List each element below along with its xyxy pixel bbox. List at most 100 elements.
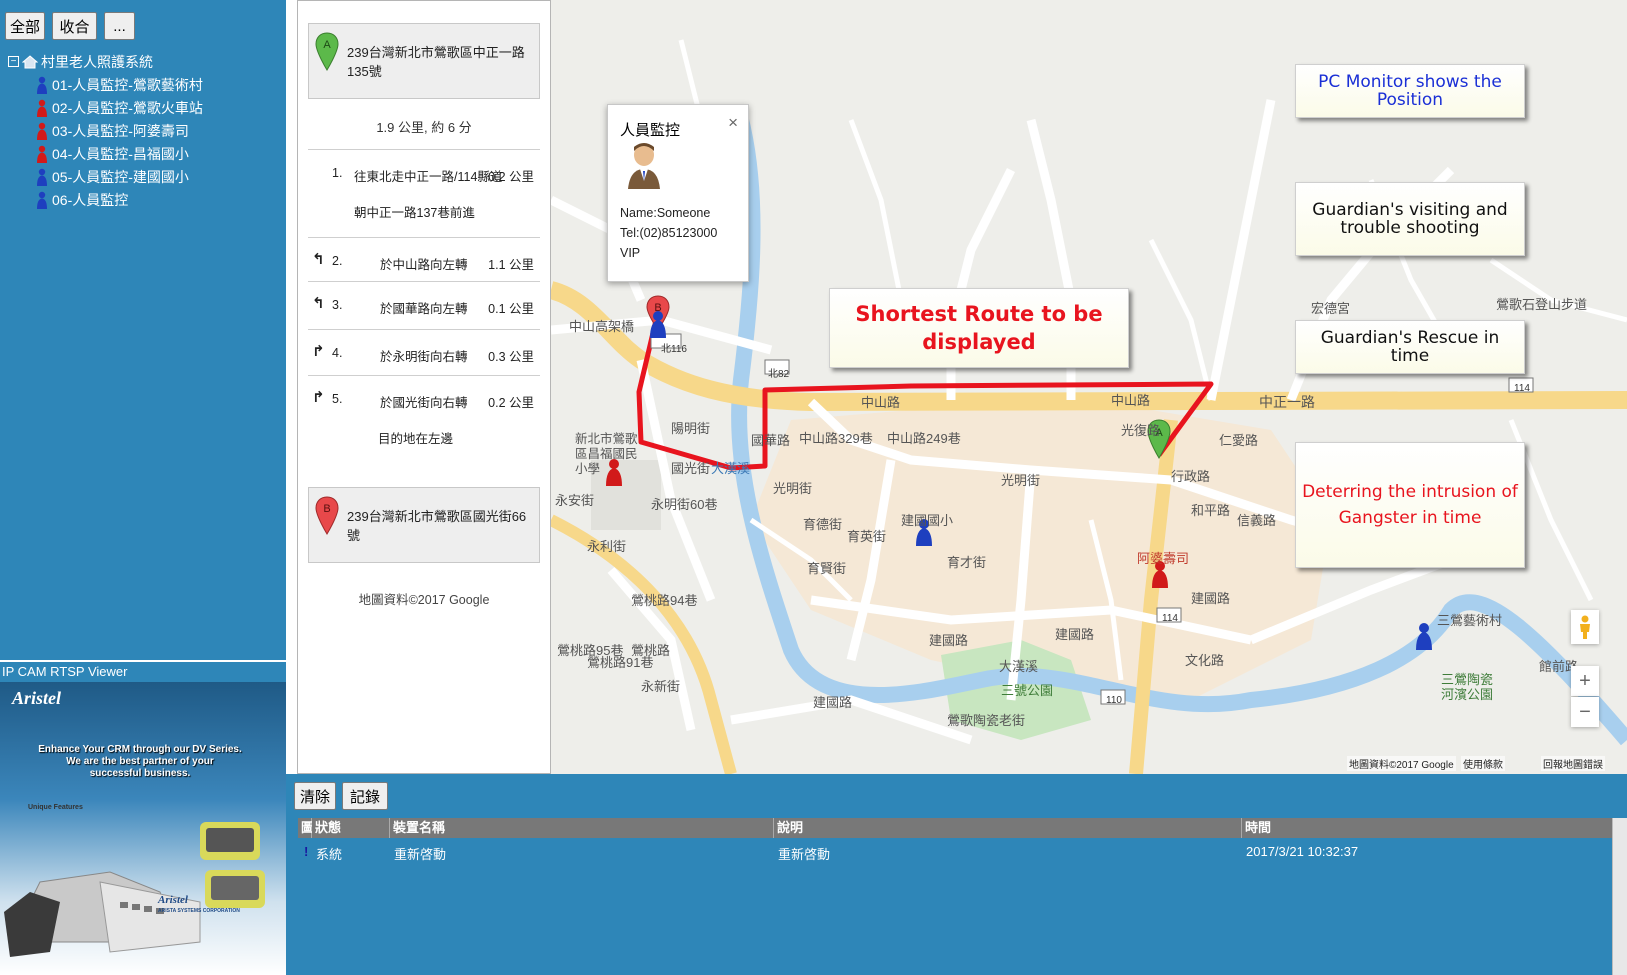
map-label: 育賢街 [807, 561, 847, 576]
person-icon [37, 168, 47, 186]
camera-features-heading: Unique Features [28, 804, 83, 811]
map-label: 大漢溪 [999, 659, 1039, 674]
popup-title: 人員監控 [620, 122, 681, 139]
tree-item-label: 02-人員監控-鶯歌火車站 [52, 99, 203, 116]
map-label: 阿婆壽司 [1137, 551, 1190, 566]
map-label: 中正一路 [1259, 394, 1315, 410]
column-header: 圖 [298, 818, 314, 838]
overlay-deterring: Deterring the intrusion of Gangster in t… [1295, 442, 1525, 568]
map-label: 中山路249巷 [887, 431, 961, 446]
tree-item[interactable]: 05-人員監控-建國國小 [8, 165, 203, 188]
step-number: 1. [332, 166, 343, 180]
column-header: 狀態 [312, 818, 390, 838]
tree-item[interactable]: 06-人員監控 [8, 188, 203, 211]
map-label: 國華路 [751, 433, 791, 448]
person-icon [37, 191, 47, 209]
step-text: 往東北走中正一路/114縣道 [354, 170, 503, 184]
direction-step[interactable]: ↰ 2. 於中山路向左轉 1.1 公里 [308, 237, 540, 281]
zoom-out-button[interactable]: − [1571, 697, 1599, 727]
turn-left-icon: ↰ [312, 251, 325, 268]
map-label: 和平路 [1191, 503, 1231, 518]
log-status: 系統 [316, 847, 343, 862]
record-log-button[interactable]: 記錄 [342, 782, 388, 810]
map-label: 建國路 [1055, 627, 1095, 642]
step-text: 於國華路向左轉 [380, 302, 468, 316]
destination-address-box[interactable]: B 239台灣新北市鶯歌區國光街66號 [308, 487, 540, 563]
clear-log-button[interactable]: 清除 [294, 782, 336, 810]
column-header: 時間 [1242, 818, 1616, 838]
phone-image [4, 822, 265, 957]
map-label: 建國路 [813, 695, 853, 710]
more-button[interactable]: ... [104, 12, 135, 40]
tree-item[interactable]: 02-人員監控-鶯歌火車站 [8, 96, 203, 119]
camera-feed[interactable]: Aristel Enhance Your CRM through our DV … [0, 682, 286, 975]
red-marker-b-icon: B [315, 496, 339, 535]
device-tree-panel: 全部 收合 ... − 村里老人照護系統 01-人員監控-鶯歌藝術村 02-人員監… [0, 0, 286, 660]
camera-company: ARISTA SYSTEMS CORPORATION [158, 908, 240, 914]
popup-close-icon[interactable]: × [728, 113, 738, 133]
step-number: 2. [332, 254, 343, 268]
map-label: 北82 [768, 369, 790, 380]
map-copyright: 地圖資料©2017 Google [1347, 756, 1456, 771]
tree-item[interactable]: 03-人員監控-阿婆壽司 [8, 119, 203, 142]
map-label: 行政路 [1171, 469, 1211, 484]
map-label: 永利街 [587, 539, 627, 554]
directions-panel: A 239台灣新北市鶯歌區中正一路135號 1.9 公里, 約 6 分 1. 往東… [297, 0, 551, 774]
map-label: 陽明街 [671, 421, 711, 436]
step-text-secondary: 目的地在左邊 [378, 432, 454, 446]
tree-item-label: 01-人員監控-鶯歌藝術村 [52, 76, 203, 93]
tree-root[interactable]: − 村里老人照護系統 [8, 50, 203, 73]
map-label: 永明街60巷 [651, 497, 718, 512]
tree-item[interactable]: 01-人員監控-鶯歌藝術村 [8, 73, 203, 96]
overlay-shortest-route: Shortest Route to be displayed [829, 288, 1129, 368]
log-description: 重新啓動 [778, 847, 831, 862]
map-label: 文化路 [1185, 653, 1225, 668]
device-tree: − 村里老人照護系統 01-人員監控-鶯歌藝術村 02-人員監控-鶯歌火車站 03-… [8, 50, 203, 211]
map-label: 中山路 [861, 395, 901, 410]
street-view-pegman-icon[interactable] [1571, 610, 1599, 644]
camera-brand: Aristel [12, 688, 62, 708]
log-time: 2017/3/21 10:32:37 [1246, 844, 1359, 859]
map-label: 育才街 [947, 555, 987, 570]
step-distance: 0.2 公里 [488, 170, 534, 184]
person-icon [37, 122, 47, 140]
map-label: 114 [1514, 383, 1530, 394]
step-distance: 0.2 公里 [488, 396, 534, 410]
map-label: 永新街 [641, 679, 681, 694]
tree-item-label: 05-人員監控-建國國小 [52, 168, 189, 185]
step-distance: 0.3 公里 [488, 350, 534, 364]
map-label: 北116 [661, 344, 687, 355]
map-view[interactable]: B A 中山高架橋 北116 北82 114 114 110 中山路 中山路 中… [551, 0, 1627, 774]
collapse-icon[interactable]: − [8, 56, 19, 67]
user-avatar-icon [628, 143, 660, 189]
map-terms-link[interactable]: 使用條款 [1461, 756, 1505, 771]
tree-item[interactable]: 04-人員監控-昌福國小 [8, 142, 203, 165]
map-label: 中山高架橋 [569, 319, 635, 334]
tree-item-label: 04-人員監控-昌福國小 [52, 145, 189, 162]
map-label: 鶯桃路94巷 [631, 593, 698, 608]
log-scrollbar[interactable] [1612, 818, 1627, 975]
person-info-popup[interactable]: 人員監控 × Name:Someone Tel:(02)85123000 VIP [607, 104, 749, 282]
map-label: 建國路 [1191, 591, 1231, 606]
direction-step[interactable]: 1. 往東北走中正一路/114縣道 0.2 公里 朝中正一路137巷前進 [308, 149, 540, 237]
step-number: 3. [332, 298, 343, 312]
origin-address-box[interactable]: A 239台灣新北市鶯歌區中正一路135號 [308, 23, 540, 99]
direction-step[interactable]: ↱ 4. 於永明街向右轉 0.3 公里 [308, 329, 540, 375]
map-label: 新北市鶯歌區昌福國民小學 [575, 432, 638, 476]
svg-text:A: A [323, 39, 331, 51]
collapse-button[interactable]: 收合 [52, 12, 97, 40]
expand-all-button[interactable]: 全部 [5, 12, 45, 40]
overlay-guardian-visiting: Guardian's visiting and trouble shooting [1295, 182, 1525, 256]
map-label: 鶯桃路91巷 [587, 655, 654, 670]
map-label: 110 [1106, 695, 1122, 706]
person-icon [37, 76, 47, 94]
person-icon [37, 145, 47, 163]
map-report-link[interactable]: 回報地圖錯誤 [1541, 756, 1605, 771]
map-label: 中山路 [1111, 393, 1151, 408]
direction-step[interactable]: ↰ 3. 於國華路向左轉 0.1 公里 [308, 281, 540, 329]
column-header: 裝置名稱 [390, 818, 774, 838]
map-label: 三號公園 [1001, 683, 1054, 698]
zoom-in-button[interactable]: + [1571, 666, 1599, 696]
direction-step[interactable]: ↱ 5. 於國光街向右轉 0.2 公里 目的地在左邊 [308, 375, 540, 455]
map-label: 三鶯陶瓷河濱公園 [1441, 672, 1494, 702]
